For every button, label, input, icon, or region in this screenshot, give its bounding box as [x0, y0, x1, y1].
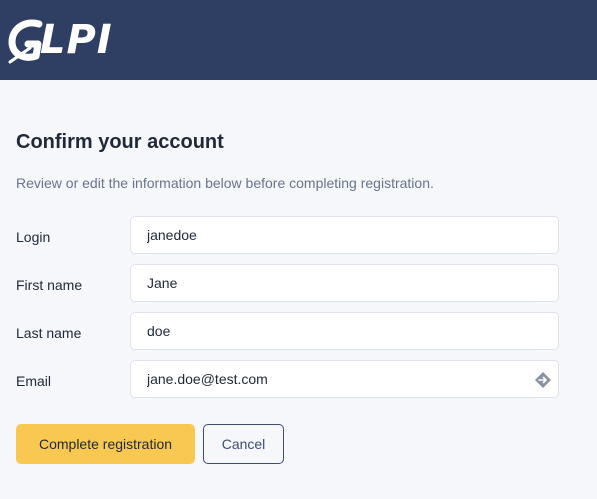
login-input[interactable] [131, 217, 558, 253]
last-name-input[interactable] [131, 313, 558, 349]
logo-text: LPI [40, 17, 113, 63]
autofill-icon[interactable] [534, 371, 552, 389]
complete-registration-button[interactable]: Complete registration [16, 424, 195, 464]
login-field-wrapper [130, 216, 559, 254]
last-name-label: Last name [16, 325, 82, 341]
email-field-wrapper [130, 360, 559, 398]
email-label: Email [16, 373, 52, 389]
first-name-input[interactable] [131, 265, 558, 301]
cancel-button[interactable]: Cancel [203, 424, 284, 464]
first-name-label: First name [16, 277, 83, 293]
login-label: Login [16, 229, 51, 245]
page-title: Confirm your account [16, 131, 224, 153]
last-name-field-wrapper [130, 312, 559, 350]
top-header: LPI [0, 0, 597, 80]
email-input[interactable] [131, 361, 558, 397]
page-subtitle: Review or edit the information below bef… [16, 175, 434, 191]
first-name-field-wrapper [130, 264, 559, 302]
glpi-logo[interactable]: LPI [8, 16, 118, 66]
